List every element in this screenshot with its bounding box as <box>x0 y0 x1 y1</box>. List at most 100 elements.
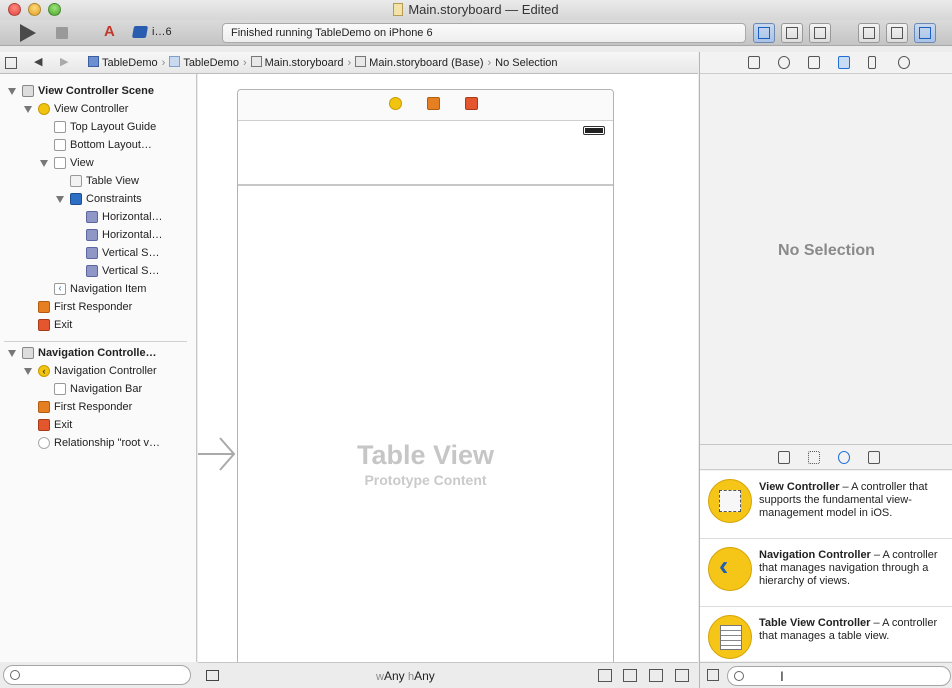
constraint-icon <box>86 229 98 241</box>
outline-item[interactable]: Table View <box>0 172 196 190</box>
back-arrow-icon[interactable]: ◀ <box>34 55 42 68</box>
library-item[interactable]: ‹ Navigation Controller – A controller th… <box>700 539 952 607</box>
outline-item[interactable]: Bottom Layout… <box>0 136 196 154</box>
device-icon[interactable] <box>131 26 149 38</box>
library-filter-field[interactable]: I <box>727 666 951 686</box>
breadcrumb-separator-icon: › <box>161 57 166 69</box>
view-controller-icon <box>38 103 50 115</box>
utilities-toggle-button[interactable] <box>914 23 936 43</box>
exit-icon <box>38 319 50 331</box>
outline-item-label: Exit <box>54 419 73 431</box>
forward-arrow-icon[interactable]: ▶ <box>60 55 68 68</box>
outline-item[interactable]: Navigation Controlle… <box>0 344 196 362</box>
file-template-library-icon[interactable] <box>778 451 790 464</box>
disclosure-triangle-icon[interactable] <box>56 196 64 203</box>
icon-view-toggle-icon[interactable] <box>707 669 719 681</box>
outline-item[interactable]: Navigation Bar <box>0 380 196 398</box>
align-icon[interactable] <box>598 669 612 682</box>
outline-item[interactable]: Exit <box>0 416 196 434</box>
outline-item[interactable]: Vertical S… <box>0 244 196 262</box>
title-bar: Main.storyboard — Edited <box>0 0 952 20</box>
disclosure-triangle-icon[interactable] <box>40 160 48 167</box>
library-item-name: Table View Controller <box>759 617 871 629</box>
outline-item[interactable]: Constraints <box>0 190 196 208</box>
version-editor-button[interactable] <box>809 23 831 43</box>
battery-icon <box>583 126 605 135</box>
library-item[interactable]: View Controller – A controller that supp… <box>700 471 952 539</box>
outline-item-label: Navigation Controlle… <box>38 347 157 359</box>
table-view-icon <box>70 175 82 187</box>
storyboard-canvas[interactable]: Table View Prototype Content <box>198 74 698 677</box>
size-class-control[interactable]: wAny hAny <box>376 669 435 683</box>
scheme-icon[interactable]: A <box>104 23 115 40</box>
code-snippet-library-icon[interactable] <box>808 451 820 464</box>
outline-item[interactable]: View Controller <box>0 100 196 118</box>
identity-inspector-icon[interactable] <box>808 56 820 69</box>
assistant-editor-button[interactable] <box>781 23 803 43</box>
no-selection-label: No Selection <box>778 242 875 259</box>
scheme-selector[interactable]: i…6 <box>152 26 172 38</box>
standard-editor-button[interactable] <box>753 23 775 43</box>
quick-help-icon[interactable] <box>778 56 790 69</box>
exit-icon[interactable] <box>465 97 478 110</box>
table-view[interactable]: Table View Prototype Content <box>238 440 613 488</box>
first-responder-icon <box>38 301 50 313</box>
related-items-icon[interactable] <box>5 57 17 69</box>
outline-item[interactable]: Top Layout Guide <box>0 118 196 136</box>
connections-inspector-icon[interactable] <box>898 56 910 69</box>
left-panel-icon <box>863 27 875 39</box>
constraint-icon <box>86 211 98 223</box>
run-button[interactable] <box>20 24 36 42</box>
outline-item[interactable]: Exit <box>0 316 196 334</box>
navigator-toggle-button[interactable] <box>858 23 880 43</box>
outline-item[interactable]: First Responder <box>0 298 196 316</box>
breadcrumb-file[interactable]: Main.storyboard <box>250 56 344 69</box>
navigation-bar[interactable] <box>238 141 613 186</box>
disclosure-triangle-icon[interactable] <box>24 368 32 375</box>
right-panel-icon <box>919 27 931 39</box>
object-library-icon[interactable] <box>838 451 850 464</box>
view-controller-scene[interactable]: Table View Prototype Content <box>237 89 614 677</box>
first-responder-icon[interactable] <box>427 97 440 110</box>
outline-item[interactable]: ‹ Navigation Item <box>0 280 196 298</box>
pin-icon[interactable] <box>623 669 637 682</box>
outline-toggle-button[interactable] <box>206 670 219 681</box>
breadcrumb-selection[interactable]: No Selection <box>495 57 557 69</box>
toolbar: A i…6 Finished running TableDemo on iPho… <box>0 20 952 46</box>
outline-item[interactable]: Relationship "root v… <box>0 434 196 452</box>
outline-item[interactable]: First Responder <box>0 398 196 416</box>
outline-item[interactable]: Vertical S… <box>0 262 196 280</box>
resizing-behavior-icon[interactable] <box>675 669 689 682</box>
layout-guide-icon <box>54 139 66 151</box>
outline-item-label: First Responder <box>54 401 133 413</box>
debug-area-toggle-button[interactable] <box>886 23 908 43</box>
outline-item[interactable]: Horizontal… <box>0 226 196 244</box>
breadcrumb-group[interactable]: TableDemo <box>169 56 239 69</box>
resolve-issues-icon[interactable] <box>649 669 663 682</box>
stop-button[interactable] <box>56 27 68 39</box>
outline-item[interactable]: View Controller Scene <box>0 82 196 100</box>
utilities-panel: No Selection View Controller – A control… <box>699 52 952 688</box>
outline-filter-field[interactable] <box>3 665 191 685</box>
outline-item[interactable]: View <box>0 154 196 172</box>
size-inspector-icon[interactable] <box>868 56 876 69</box>
media-library-icon[interactable] <box>868 451 880 464</box>
library-item-name: View Controller <box>759 481 840 493</box>
outline-item-label: Top Layout Guide <box>70 121 157 133</box>
disclosure-triangle-icon[interactable] <box>8 350 16 357</box>
layout-guide-icon <box>54 121 66 133</box>
outline-item-label: Navigation Bar <box>70 383 143 395</box>
breadcrumb-project[interactable]: TableDemo <box>88 56 158 69</box>
disclosure-triangle-icon[interactable] <box>8 88 16 95</box>
breadcrumb-localization[interactable]: Main.storyboard (Base) <box>355 56 484 69</box>
outline-item[interactable]: ‹ Navigation Controller <box>0 362 196 380</box>
disclosure-triangle-icon[interactable] <box>24 106 32 113</box>
initial-view-controller-arrow-icon <box>198 437 236 471</box>
outline-item[interactable]: Horizontal… <box>0 208 196 226</box>
filter-icon <box>734 671 744 681</box>
file-inspector-icon[interactable] <box>748 56 760 69</box>
attributes-inspector-icon[interactable] <box>838 56 850 69</box>
breadcrumb: TableDemo › TableDemo › Main.storyboard › Main… <box>88 56 562 69</box>
status-bar <box>238 121 613 141</box>
view-controller-icon[interactable] <box>389 97 402 110</box>
